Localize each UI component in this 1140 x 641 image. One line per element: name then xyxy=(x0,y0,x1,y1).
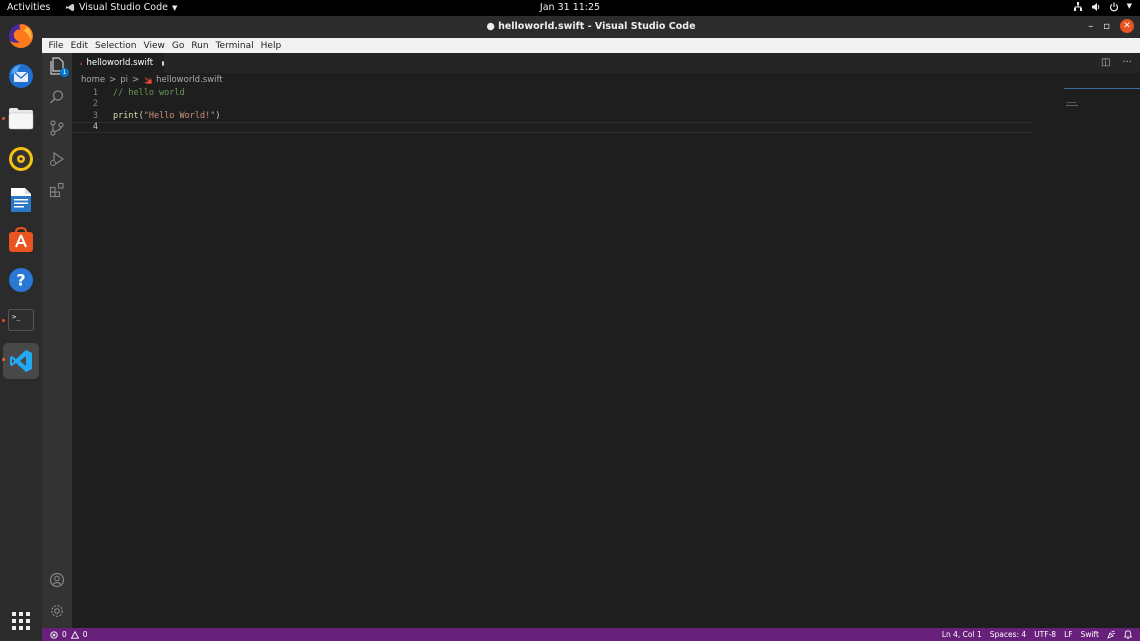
code-line[interactable]: 3 print("Hello World!") xyxy=(72,110,1032,122)
menu-go[interactable]: Go xyxy=(168,41,187,51)
chevron-right-icon: > xyxy=(132,75,140,85)
swift-file-icon xyxy=(144,75,152,84)
explorer-icon[interactable]: 1 xyxy=(47,56,69,77)
end-of-line[interactable]: LF xyxy=(1064,630,1073,639)
code-line-current[interactable]: 4 xyxy=(72,121,1032,133)
gnome-top-bar: Activities Visual Studio Code ▼ Jan 31 1… xyxy=(0,0,1140,16)
window-controls: – ▫ ✕ xyxy=(1088,19,1134,33)
menu-file[interactable]: File xyxy=(45,41,67,51)
explorer-badge: 1 xyxy=(60,68,69,77)
source-control-icon[interactable] xyxy=(47,118,67,138)
line-number: 3 xyxy=(92,110,98,121)
warning-count: 0 xyxy=(82,630,88,639)
chevron-down-icon: ▼ xyxy=(1126,2,1132,10)
window-titlebar[interactable]: ● helloworld.swift - Visual Studio Code … xyxy=(42,16,1140,38)
more-actions-icon[interactable]: ··· xyxy=(1122,57,1132,68)
files-icon[interactable] xyxy=(5,102,37,134)
error-icon xyxy=(50,630,58,639)
editor-actions: ◫ ··· xyxy=(1101,57,1132,68)
maximize-button[interactable]: ▫ xyxy=(1103,21,1110,32)
minimap[interactable] xyxy=(1064,87,1140,628)
run-debug-icon[interactable] xyxy=(47,149,67,169)
help-glyph: ? xyxy=(16,271,25,290)
rhythmbox-icon[interactable] xyxy=(5,143,37,175)
tab-helloworld-swift[interactable]: helloworld.swift xyxy=(72,53,164,73)
cursor-position[interactable]: Ln 4, Col 1 xyxy=(942,630,982,639)
settings-gear-icon[interactable] xyxy=(47,601,67,621)
line-number: 1 xyxy=(92,87,98,98)
libreoffice-writer-icon[interactable] xyxy=(5,184,37,216)
menu-view[interactable]: View xyxy=(140,41,168,51)
menu-selection[interactable]: Selection xyxy=(92,41,140,51)
system-tray[interactable]: ▼ xyxy=(1073,2,1132,12)
tab-label: helloworld.swift xyxy=(86,58,154,68)
warning-icon xyxy=(70,630,79,639)
menu-help[interactable]: Help xyxy=(257,41,285,51)
menu-run[interactable]: Run xyxy=(188,41,212,51)
line-number: 2 xyxy=(92,99,98,110)
breadcrumb: home > pi > helloworld.swift xyxy=(72,73,223,87)
encoding[interactable]: UTF-8 xyxy=(1034,630,1056,639)
extensions-icon[interactable] xyxy=(47,180,67,200)
terminal-glyph: >_ xyxy=(12,313,21,321)
breadcrumb-home[interactable]: home xyxy=(81,75,105,85)
firefox-icon[interactable] xyxy=(5,20,37,52)
breadcrumb-file[interactable]: helloworld.swift xyxy=(156,75,223,85)
power-icon xyxy=(1109,2,1118,12)
code-paren-close: ) xyxy=(215,110,221,121)
swift-file-icon xyxy=(79,61,83,65)
problems-indicator[interactable]: 0 0 xyxy=(50,630,88,639)
search-icon[interactable] xyxy=(47,87,67,107)
vscode-icon[interactable] xyxy=(3,343,39,379)
minimize-button[interactable]: – xyxy=(1088,21,1093,32)
line-number: 4 xyxy=(92,122,98,133)
menu-bar: File Edit Selection View Go Run Terminal… xyxy=(42,38,1140,53)
feedback-icon[interactable] xyxy=(1107,630,1116,639)
accounts-icon[interactable] xyxy=(47,570,67,590)
language-mode[interactable]: Swift xyxy=(1081,630,1099,639)
minimap-line xyxy=(1066,105,1078,106)
editor-tab-bar: helloworld.swift ◫ ··· xyxy=(72,53,1140,73)
show-applications-icon[interactable] xyxy=(5,605,37,637)
unsaved-dot-icon[interactable] xyxy=(162,60,164,66)
breadcrumb-pi[interactable]: pi xyxy=(120,75,128,85)
code-comment: // hello world xyxy=(113,87,185,98)
indentation[interactable]: Spaces: 4 xyxy=(990,630,1026,639)
error-count: 0 xyxy=(62,630,67,639)
notifications-bell-icon[interactable] xyxy=(1124,630,1132,639)
menu-edit[interactable]: Edit xyxy=(67,41,91,51)
network-icon xyxy=(1073,2,1082,11)
chevron-right-icon: > xyxy=(109,75,117,85)
help-icon[interactable]: ? xyxy=(5,264,37,296)
clock[interactable]: Jan 31 11:25 xyxy=(0,2,1140,13)
ubuntu-dock: ? >_ xyxy=(0,16,42,641)
window-title: ● helloworld.swift - Visual Studio Code xyxy=(486,21,696,32)
volume-icon xyxy=(1091,3,1099,11)
code-line[interactable]: 2 xyxy=(72,99,1032,111)
activity-bar: 1 xyxy=(42,53,72,628)
minimap-slider[interactable] xyxy=(1064,88,1140,89)
terminal-icon[interactable]: >_ xyxy=(5,304,37,336)
vscode-window: ● helloworld.swift - Visual Studio Code … xyxy=(42,16,1140,641)
menu-terminal[interactable]: Terminal xyxy=(212,41,257,51)
close-button[interactable]: ✕ xyxy=(1120,19,1134,33)
code-editor[interactable]: 1 // hello world 2 3 print("Hello World!… xyxy=(72,87,1140,628)
status-right: Ln 4, Col 1 Spaces: 4 UTF-8 LF Swift xyxy=(942,630,1132,639)
split-editor-icon[interactable]: ◫ xyxy=(1101,57,1110,68)
thunderbird-icon[interactable] xyxy=(5,60,37,92)
status-bar: 0 0 Ln 4, Col 1 Spaces: 4 UTF-8 LF Swift xyxy=(42,628,1140,641)
minimap-line xyxy=(1066,102,1076,103)
code-string: "Hello World!" xyxy=(143,110,216,121)
code-function: print xyxy=(113,110,139,121)
code-line[interactable]: 1 // hello world xyxy=(72,87,1032,99)
software-center-icon[interactable] xyxy=(5,224,37,256)
